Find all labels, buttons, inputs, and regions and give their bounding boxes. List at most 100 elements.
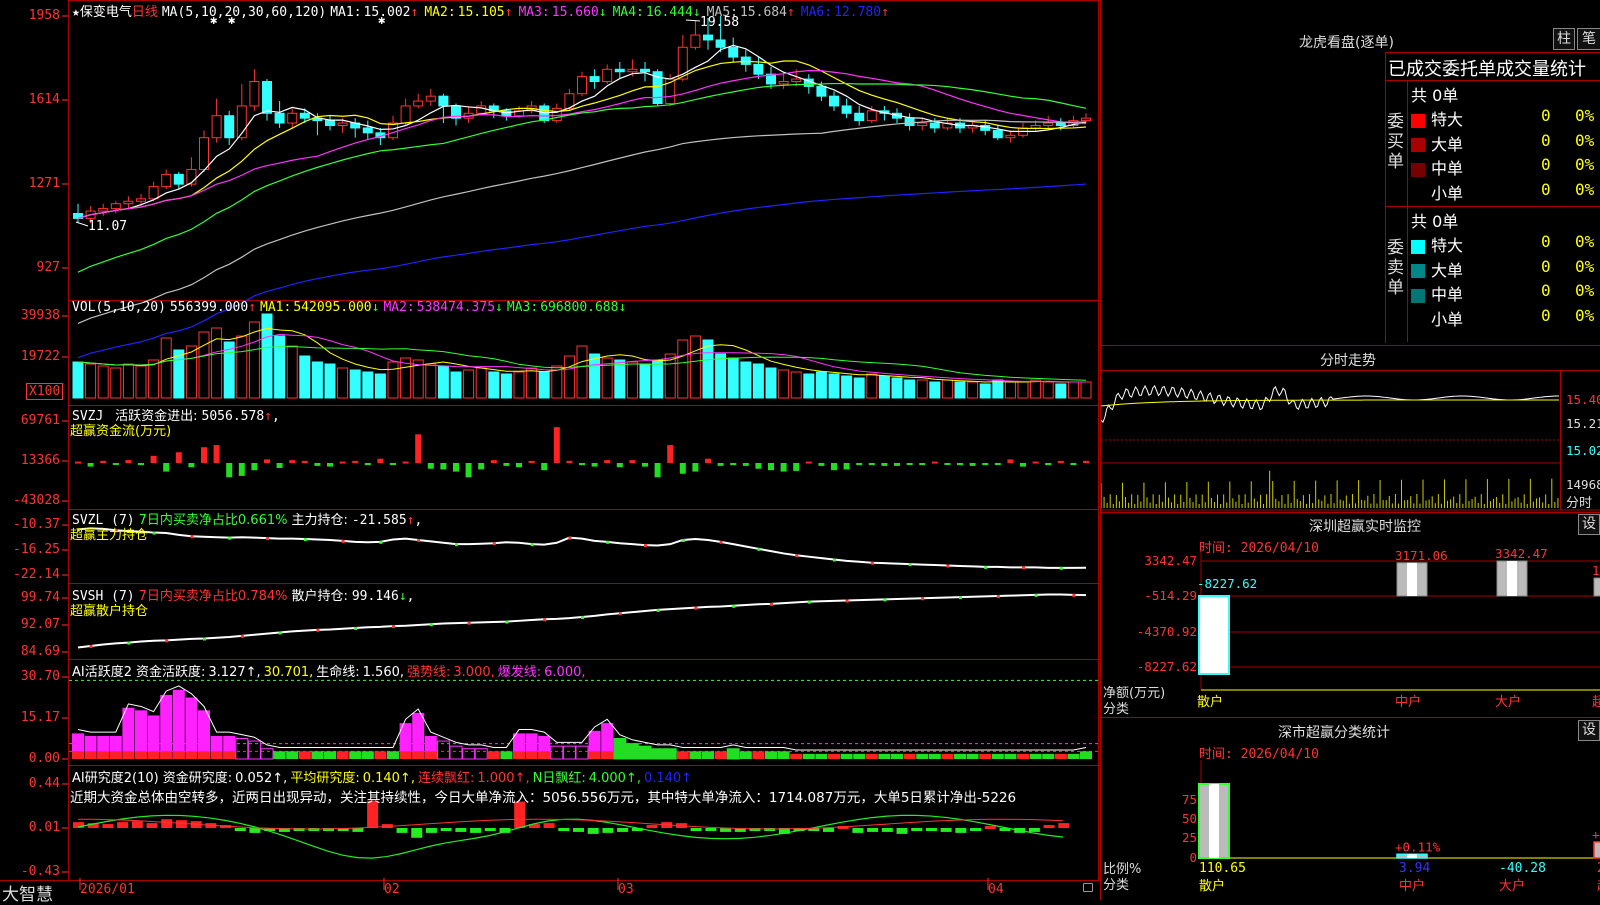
candle-body-76 <box>1030 125 1041 129</box>
ai2-bar-42 <box>690 828 702 831</box>
ai1-bar-18 <box>298 751 311 759</box>
buy-count-3: 0 <box>1541 179 1551 199</box>
candle-body-51 <box>715 39 726 48</box>
ai2-bar-32 <box>543 823 555 828</box>
svzj-bar-66 <box>906 463 913 465</box>
svzj-bar-74 <box>1007 459 1014 463</box>
svzj-ytick-2: -43028 <box>13 493 60 508</box>
candle-body-28 <box>425 95 436 102</box>
szmon-ytick-3: -8227.62 <box>1137 659 1197 674</box>
vol-bar-35 <box>513 371 525 399</box>
ai1-bar-55 <box>765 751 777 759</box>
svzj-bar-39 <box>566 460 573 463</box>
szcls-barlabel-1: +0.11% <box>1395 839 1441 854</box>
period-label[interactable]: 日线 <box>132 5 158 20</box>
vol-bar-43 <box>614 359 626 399</box>
color-swatch <box>1411 239 1425 254</box>
ai1-bar-71 <box>966 753 979 759</box>
vol-bar-64 <box>878 375 890 399</box>
ai2-bar-26 <box>455 828 467 832</box>
vol-bar-71 <box>967 381 979 399</box>
svzj-bar-50 <box>705 458 711 463</box>
svzl-dot-39 <box>568 536 572 540</box>
vol-bar-33 <box>488 371 500 399</box>
svzl-dot-30 <box>455 543 458 547</box>
ai1-bar-62 <box>853 753 866 759</box>
ma-value-6: 12.780 <box>834 5 882 20</box>
sz-monitor-settings-button[interactable]: 设 <box>1578 514 1600 535</box>
intraday-chart[interactable] <box>1101 370 1600 520</box>
pen-mode-button[interactable]: 笔 <box>1577 28 1600 50</box>
svsh-label: 散户持仓: <box>291 589 348 604</box>
svzj-bar-72 <box>982 463 989 466</box>
svzj-bar-59 <box>818 463 825 466</box>
lock-icon <box>1083 883 1093 892</box>
svzl-dot-72 <box>984 565 988 569</box>
right-panel: 龙虎看盘(逐单) 柱 笔 已成交委托单成交量统计 委买单 共 0单 特大 0 0% 大… <box>1100 0 1600 900</box>
svzj-bar-61 <box>843 463 850 470</box>
ai1-bar-40 <box>575 745 589 760</box>
svzl-ytick-1: -16.25 <box>13 542 60 557</box>
svzl-dot-42 <box>606 540 610 544</box>
svzj-bar-6 <box>150 455 157 463</box>
vol-bar-17 <box>286 345 298 399</box>
ai1-bar-56 <box>777 751 790 759</box>
candle-body-49 <box>690 34 701 48</box>
svzl-dot-36 <box>530 543 534 547</box>
vol-bar-48 <box>677 339 689 399</box>
ai1-ytick-1: 15.17 <box>20 710 60 725</box>
svzl-dot-24 <box>379 540 383 544</box>
ai1-item-3: 生命线: <box>316 665 360 680</box>
sz-classify-settings-button[interactable]: 设 <box>1578 720 1600 741</box>
candle-body-26 <box>400 105 411 124</box>
candle-body-42 <box>602 68 613 83</box>
svzl-dot-66 <box>908 563 912 567</box>
ai1-item-0: 资金活跃度: <box>136 665 206 680</box>
ai2-bar-6 <box>161 819 173 828</box>
svzj-bar-20 <box>327 463 333 467</box>
vol-bar-40 <box>576 345 588 399</box>
main-chart-svg[interactable]: 19.5811.07✱ ✱ ✱ <box>0 0 1100 900</box>
ai1-bar-64 <box>878 753 891 759</box>
svzj-suffix: , <box>271 409 280 424</box>
svzj-bar-14 <box>251 463 258 471</box>
ai2-bar-35 <box>587 828 599 834</box>
sz-monitor-chart[interactable]: 3342.47 -514.29 -4370.92 -8227.62 -8227.62 散户… <box>1101 540 1600 710</box>
vol-bar-25 <box>387 361 399 399</box>
svzj-bar-63 <box>868 463 875 466</box>
ai1-base-28 <box>424 751 437 759</box>
ai2-bar-19 <box>352 828 364 832</box>
vol-bar-79 <box>1067 381 1079 399</box>
candle-body-12 <box>224 115 235 139</box>
ai1-base-0 <box>72 751 84 759</box>
ai1-base-9 <box>185 751 198 759</box>
ai2-ytick-0: 0.44 <box>28 776 60 791</box>
ai1-bar-78 <box>1054 753 1067 759</box>
ai2-bar-24 <box>425 828 437 833</box>
svzj-bar-41 <box>591 463 598 467</box>
szcls-ytick-0: 75 <box>1182 792 1197 807</box>
ai1-base-1 <box>84 751 97 759</box>
sz-classify-chart[interactable]: 75 50 25 0 +0.11% +0.06% 110.65 散户 3.94 中户 -40.28 大… <box>1101 740 1600 900</box>
vol-bar-32 <box>475 367 487 399</box>
svsh-dot-1 <box>89 644 93 648</box>
candle-body-32 <box>476 105 487 114</box>
bar-mode-button[interactable]: 柱 <box>1553 28 1575 50</box>
svzl-dot-27 <box>417 538 421 542</box>
svzj-bar-12 <box>226 463 233 478</box>
szcls-bar-3 <box>1593 841 1600 859</box>
ma-arrow-1: ↑ <box>410 5 419 20</box>
ma-arrow-4: ↓ <box>692 5 701 20</box>
ai1-bar-49 <box>689 751 702 759</box>
buy-total: 共 0单 <box>1411 86 1459 105</box>
szmon-cat-2: 大户 <box>1495 694 1521 710</box>
vol-bar-18 <box>299 355 311 399</box>
row-label: 大单 <box>1431 260 1464 280</box>
main-chart-area[interactable]: 19.58 11.07 ✱ ✱ ✱ ★保变电气日线 MA(5,10,20,30,60,12… <box>0 0 1100 905</box>
svzj-bar-45 <box>642 463 648 467</box>
ai1-bar-15 <box>260 748 274 760</box>
stock-name[interactable]: 保变电气 <box>80 5 132 20</box>
ai1-ytick-0: 30.70 <box>20 669 60 684</box>
svzj-bar-60 <box>831 463 837 471</box>
candle-body-52 <box>728 46 739 58</box>
